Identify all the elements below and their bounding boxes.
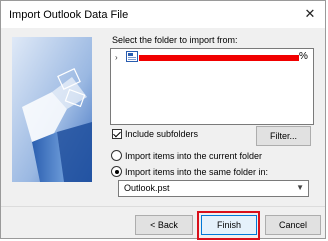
folder-tree[interactable]: › % [110, 48, 314, 125]
target-folder-value: Outlook.pst [124, 183, 170, 193]
back-button[interactable]: < Back [135, 215, 193, 235]
window-title: Import Outlook Data File [9, 9, 129, 21]
radio-current-folder[interactable] [111, 150, 122, 161]
filter-button[interactable]: Filter... [256, 126, 311, 146]
chevron-down-icon: ▼ [296, 183, 304, 192]
option-current-folder-label: Import items into the current folder [125, 151, 263, 161]
chevron-right-icon[interactable]: › [115, 53, 118, 62]
include-subfolders-checkbox[interactable] [112, 129, 122, 139]
finish-highlight-box [197, 211, 260, 240]
data-file-icon [126, 51, 138, 62]
option-same-folder-label: Import items into the same folder in: [125, 167, 269, 177]
close-icon[interactable]: ✕ [301, 5, 319, 23]
folder-prompt-label: Select the folder to import from: [112, 35, 238, 45]
cancel-button[interactable]: Cancel [265, 215, 321, 235]
radio-same-folder[interactable] [111, 166, 122, 177]
button-bar-divider [1, 206, 325, 207]
tree-item-suffix: % [299, 51, 308, 62]
include-subfolders-label: Include subfolders [125, 129, 199, 139]
title-bar: Import Outlook Data File ✕ [1, 1, 325, 28]
target-folder-select[interactable]: Outlook.pst ▼ [118, 180, 309, 197]
redacted-folder-name [139, 55, 299, 61]
import-dialog: Import Outlook Data File ✕ Select the fo… [0, 0, 326, 240]
wizard-illustration [12, 37, 92, 182]
